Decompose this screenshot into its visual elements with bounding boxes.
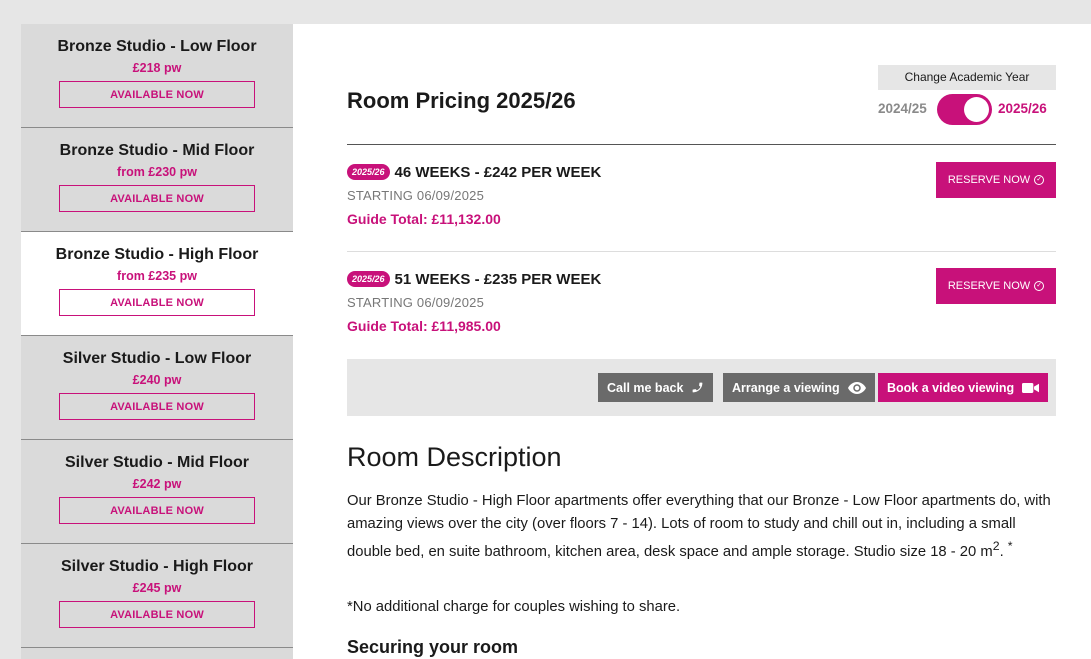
divider (347, 251, 1056, 252)
room-price: from £235 pw (117, 269, 197, 283)
main-content: Room Pricing 2025/26 Change Academic Yea… (293, 24, 1091, 659)
room-description-text: Our Bronze Studio - High Floor apartment… (347, 490, 1056, 563)
room-name: Bronze Studio - High Floor (55, 246, 259, 263)
year-badge: 2025/26 (347, 271, 390, 287)
room-type-sidebar: Bronze Studio - Low Floor £218 pw AVAILA… (21, 24, 293, 659)
room-item-bronze-high[interactable]: Bronze Studio - High Floor from £235 pw … (21, 232, 293, 336)
available-now-button[interactable]: AVAILABLE NOW (59, 497, 255, 524)
available-now-button[interactable]: AVAILABLE NOW (59, 81, 255, 108)
room-price: £240 pw (132, 373, 182, 387)
check-circle-icon: ✓ (1034, 281, 1045, 291)
room-name: Bronze Studio - Mid Floor (59, 142, 255, 159)
year-option-old[interactable]: 2024/25 (878, 101, 927, 116)
superscript-two: 2 (992, 539, 1000, 553)
reserve-now-button[interactable]: RESERVE NOW ✓ (936, 268, 1056, 304)
change-year-label: Change Academic Year (878, 65, 1056, 90)
book-video-viewing-button[interactable]: Book a video viewing (878, 373, 1049, 402)
room-description-heading: Room Description (347, 442, 562, 472)
option-guide-total: Guide Total: £11,132.00 (347, 211, 501, 227)
toggle-knob (964, 97, 989, 122)
available-now-button[interactable]: AVAILABLE NOW (59, 289, 255, 316)
video-viewing-label: Book a video viewing (887, 380, 1015, 395)
check-circle-icon: ✓ (1034, 175, 1045, 185)
divider (347, 144, 1056, 145)
call-me-back-button[interactable]: Call me back (598, 373, 714, 402)
room-price: from £230 pw (117, 165, 197, 179)
option-title: 51 WEEKS - £235 PER WEEK (394, 270, 602, 288)
room-name: Silver Studio - High Floor (61, 558, 253, 575)
year-option-new[interactable]: 2025/26 (998, 101, 1047, 116)
video-camera-icon (1022, 382, 1040, 393)
pricing-option: 2025/26 51 WEEKS - £235 PER WEEK STARTIN… (347, 268, 1056, 334)
room-price: £245 pw (132, 581, 182, 595)
room-item-silver-high[interactable]: Silver Studio - High Floor £245 pw AVAIL… (21, 544, 293, 648)
description-body: Our Bronze Studio - High Floor apartment… (347, 493, 1051, 560)
pricing-option: 2025/26 46 WEEKS - £242 PER WEEK STARTIN… (347, 162, 1056, 227)
option-guide-total: Guide Total: £11,985.00 (347, 318, 501, 334)
page-title: Room Pricing 2025/26 (347, 88, 576, 113)
securing-room-heading: Securing your room (347, 637, 519, 657)
room-price: £242 pw (132, 477, 182, 491)
room-item-bronze-mid[interactable]: Bronze Studio - Mid Floor from £230 pw A… (21, 128, 293, 232)
reserve-now-button[interactable]: RESERVE NOW ✓ (936, 162, 1056, 198)
available-now-button[interactable]: AVAILABLE NOW (59, 601, 255, 628)
room-item-silver-low[interactable]: Silver Studio - Low Floor £240 pw AVAILA… (21, 336, 293, 440)
room-name: Bronze Studio - Low Floor (57, 38, 257, 55)
room-item-silver-mid[interactable]: Silver Studio - Mid Floor £242 pw AVAILA… (21, 440, 293, 544)
academic-year-toggle[interactable] (937, 94, 992, 125)
room-name: Silver Studio - Mid Floor (65, 454, 249, 471)
action-bar: Call me back Arrange a viewing Book a vi… (347, 359, 1056, 416)
arrange-viewing-button[interactable]: Arrange a viewing (723, 373, 875, 402)
eye-icon (847, 381, 866, 394)
reserve-button-label: RESERVE NOW (947, 280, 1031, 292)
description-period: . (999, 543, 1008, 560)
couples-note: *No additional charge for couples wishin… (347, 599, 681, 615)
room-price: £218 pw (132, 61, 182, 75)
option-title: 46 WEEKS - £242 PER WEEK (394, 163, 602, 181)
call-me-back-label: Call me back (607, 380, 684, 395)
arrange-viewing-label: Arrange a viewing (732, 380, 840, 395)
reserve-button-label: RESERVE NOW (947, 174, 1031, 186)
available-now-button[interactable]: AVAILABLE NOW (59, 393, 255, 420)
room-item-bronze-low[interactable]: Bronze Studio - Low Floor £218 pw AVAILA… (21, 24, 293, 128)
asterisk: * (1007, 539, 1013, 553)
year-badge: 2025/26 (347, 164, 390, 180)
phone-icon (693, 382, 703, 393)
room-name: Silver Studio - Low Floor (62, 350, 252, 367)
available-now-button[interactable]: AVAILABLE NOW (59, 185, 255, 212)
